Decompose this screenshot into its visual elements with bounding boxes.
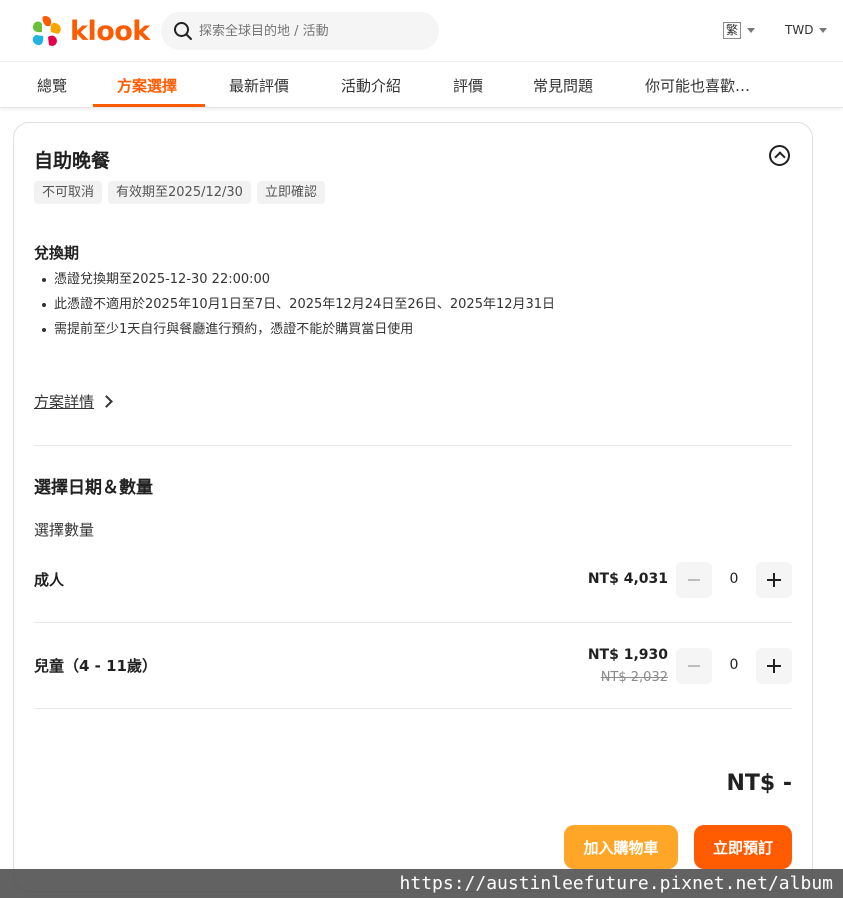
list-item: 此憑證不適用於2025年10月1日至7日、2025年12月24日至26日、202… <box>40 295 555 320</box>
currency-selector[interactable]: TWD <box>785 23 828 37</box>
tab-activity-intro[interactable]: 活動介紹 <box>341 62 401 108</box>
redemption-heading: 兌換期 <box>34 244 80 262</box>
plus-icon <box>767 659 781 673</box>
divider <box>34 622 792 623</box>
adult-decrease-button[interactable] <box>676 562 712 598</box>
language-selector[interactable]: 繁 <box>723 22 756 39</box>
top-header: klook 繁 TWD <box>0 0 843 62</box>
language-label: 繁 <box>723 22 742 39</box>
child-price: NT$ 1,930 <box>587 647 668 663</box>
minus-icon <box>688 665 700 667</box>
child-increase-button[interactable] <box>756 648 792 684</box>
watermark: https://austinleefuture.pixnet.net/album <box>0 869 843 898</box>
divider <box>34 708 792 709</box>
date-quantity-heading: 選擇日期＆數量 <box>34 478 153 498</box>
redemption-list: 憑證兌換期至2025-12-30 22:00:00 此憑證不適用於2025年10… <box>40 270 555 345</box>
active-tab-indicator <box>93 104 205 107</box>
chevron-down-icon <box>819 27 828 33</box>
package-card <box>13 122 813 892</box>
search-icon <box>174 22 192 40</box>
adult-count: 0 <box>729 571 739 587</box>
tag-validity: 有效期至2025/12/30 <box>108 181 251 204</box>
divider <box>34 445 792 446</box>
package-details-label: 方案詳情 <box>34 393 95 411</box>
tab-you-may-like[interactable]: 你可能也喜歡… <box>645 62 750 108</box>
chevron-down-icon <box>747 28 756 33</box>
tab-overview[interactable]: 總覽 <box>37 62 67 108</box>
package-title: 自助晚餐 <box>34 150 111 172</box>
child-label: 兒童（4 - 11歲） <box>34 657 157 675</box>
klook-logo-icon <box>32 16 61 46</box>
child-original-price: NT$ 2,032 <box>600 670 668 685</box>
tab-packages[interactable]: 方案選擇 <box>117 62 177 108</box>
plus-icon <box>767 573 781 587</box>
currency-label: TWD <box>785 23 814 37</box>
tab-faq[interactable]: 常見問題 <box>533 62 593 108</box>
klook-logo[interactable]: klook <box>28 14 150 48</box>
adult-increase-button[interactable] <box>756 562 792 598</box>
tab-latest-reviews[interactable]: 最新評價 <box>229 62 289 108</box>
logo-text: klook <box>70 15 150 47</box>
search-input[interactable] <box>199 23 429 39</box>
quantity-label: 選擇數量 <box>34 521 95 539</box>
adult-price: NT$ 4,031 <box>587 571 668 587</box>
adult-label: 成人 <box>34 571 65 589</box>
total-price: NT$ - <box>726 771 792 796</box>
minus-icon <box>688 579 700 581</box>
section-tabs: 總覽 方案選擇 最新評價 活動介紹 評價 常見問題 你可能也喜歡… <box>0 62 843 108</box>
tab-reviews[interactable]: 評價 <box>453 62 483 108</box>
child-count: 0 <box>729 657 739 673</box>
tag-non-refundable: 不可取消 <box>34 181 103 204</box>
list-item: 憑證兌換期至2025-12-30 22:00:00 <box>40 270 555 295</box>
chevron-right-icon <box>100 395 113 408</box>
book-now-button[interactable]: 立即預訂 <box>694 825 792 869</box>
add-to-cart-button[interactable]: 加入購物車 <box>564 825 678 869</box>
search-bar[interactable] <box>161 12 439 50</box>
package-details-link[interactable]: 方案詳情 <box>34 391 113 412</box>
collapse-icon[interactable] <box>769 145 790 166</box>
tag-instant-confirm: 立即確認 <box>256 181 325 204</box>
package-tags: 不可取消 有效期至2025/12/30 立即確認 <box>34 181 325 204</box>
child-decrease-button[interactable] <box>676 648 712 684</box>
list-item: 需提前至少1天自行與餐廳進行預約，憑證不能於購買當日使用 <box>40 320 555 345</box>
